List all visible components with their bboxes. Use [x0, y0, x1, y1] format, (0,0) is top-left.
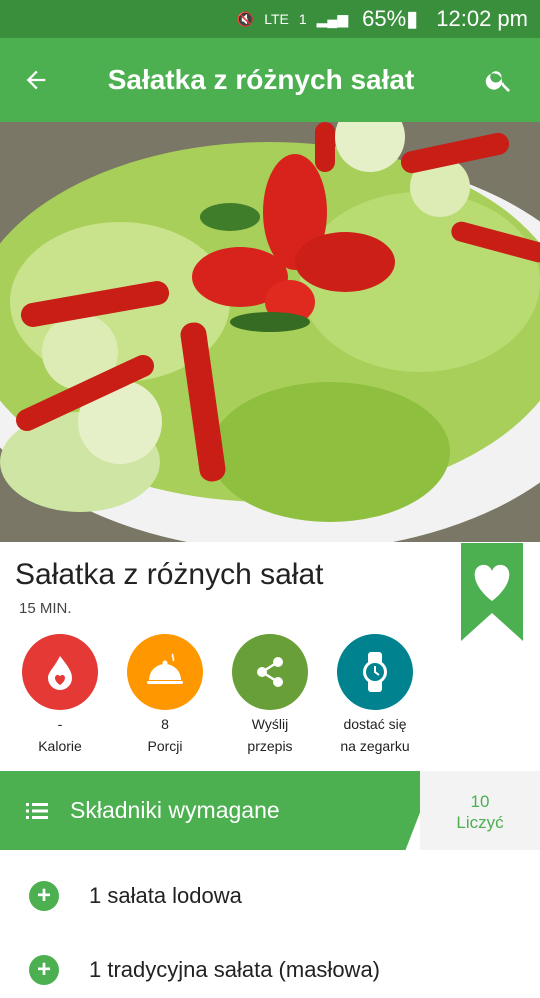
arrow-back-icon: [26, 70, 46, 90]
favorite-bookmark[interactable]: [461, 543, 523, 641]
sim-label: 1: [298, 11, 307, 27]
cloche-icon: [147, 653, 183, 684]
watch-label-2: na zegarku: [340, 738, 410, 754]
list-icon: [26, 802, 48, 819]
battery-icon: ▮: [406, 6, 419, 31]
calories-action[interactable]: - Kalorie: [5, 634, 115, 754]
calories-value: -: [57, 716, 63, 732]
network-label: LTE: [264, 11, 289, 27]
prep-time: 15 MIN.: [19, 600, 72, 617]
servings-action[interactable]: 8 Porcji: [110, 634, 220, 754]
action-row: - Kalorie 8 Porcji Wyślij przepis dostać…: [0, 634, 540, 754]
ingredients-header-label-bar: Składniki wymagane: [0, 771, 436, 850]
watch-action[interactable]: dostać się na zegarku: [320, 634, 430, 754]
share-circle: [232, 634, 308, 710]
flame-heart-icon: [48, 656, 72, 690]
share-icon: [257, 657, 283, 687]
servings-label: Porcji: [147, 738, 183, 754]
calories-label: Kalorie: [38, 738, 82, 754]
recipe-photo: [0, 122, 540, 542]
watch-label-1: dostać się: [343, 716, 407, 732]
signal-icon: ▂▄▆: [316, 10, 349, 27]
servings-value: 8: [161, 716, 169, 732]
search-icon: [485, 71, 510, 92]
back-button[interactable]: [0, 38, 72, 122]
search-button[interactable]: [458, 38, 540, 122]
ingredients-header: Składniki wymagane 10 Liczyć: [0, 771, 540, 850]
list-item[interactable]: + 1 tradycyjna sałata (masłowa): [0, 942, 540, 998]
watch-icon: [363, 652, 387, 692]
ingredient-text: 1 sałata lodowa: [89, 883, 242, 908]
add-icon[interactable]: +: [29, 881, 59, 911]
ingredient-text: 1 tradycyjna sałata (masłowa): [89, 957, 381, 982]
calories-circle: [22, 634, 98, 710]
ingredient-count-value: 10: [470, 792, 490, 811]
share-action[interactable]: Wyślij przepis: [215, 634, 325, 754]
mute-icon: 🔇: [236, 10, 255, 27]
share-label-2: przepis: [247, 738, 293, 754]
status-bar: 🔇 LTE 1 ▂▄▆ 65% ▮ 12:02 pm: [0, 0, 540, 38]
list-item[interactable]: + 1 sałata lodowa: [0, 868, 540, 924]
ingredient-count: 10 Liczyć: [420, 771, 540, 850]
ingredients-header-label: Składniki wymagane: [70, 797, 280, 823]
ingredient-count-label: Liczyć: [456, 813, 504, 832]
ingredient-list: + 1 sałata lodowa + 1 tradycyjna sałata …: [0, 850, 540, 998]
watch-circle: [337, 634, 413, 710]
status-icons: 🔇 LTE 1 ▂▄▆: [237, 11, 348, 28]
recipe-title: Sałatka z różnych sałat: [15, 558, 324, 591]
servings-circle: [127, 634, 203, 710]
app-bar: Sałatka z różnych sałat: [0, 38, 540, 122]
share-label-1: Wyślij: [251, 716, 289, 732]
battery-percent: 65%: [362, 6, 407, 31]
page-title: Sałatka z różnych sałat: [107, 64, 415, 95]
clock: 12:02 pm: [436, 6, 528, 31]
